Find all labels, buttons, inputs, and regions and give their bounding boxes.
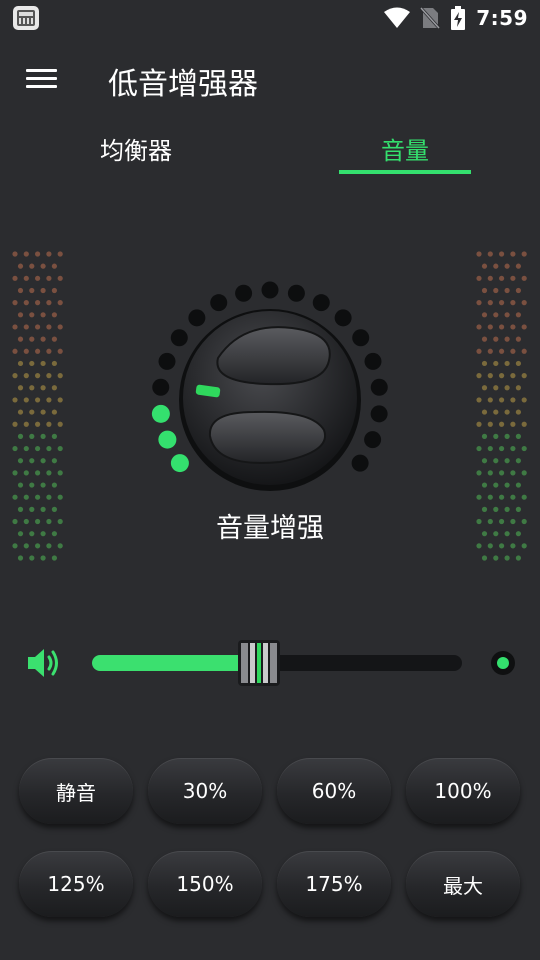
preset-mute-button[interactable]: 静音 bbox=[19, 758, 133, 824]
app-notification-icon bbox=[13, 6, 39, 30]
preset-100-button[interactable]: 100% bbox=[406, 758, 520, 824]
no-sim-icon bbox=[420, 6, 441, 30]
preset-max-button[interactable]: 最大 bbox=[406, 851, 520, 917]
battery-charging-icon bbox=[451, 6, 466, 30]
bass-volume-knob[interactable] bbox=[142, 272, 398, 528]
volume-slider-thumb[interactable] bbox=[237, 640, 281, 686]
volume-slider-row bbox=[0, 632, 540, 694]
knob-dot bbox=[235, 284, 253, 302]
knob-dot-active bbox=[151, 404, 170, 423]
knob-dot bbox=[158, 352, 176, 370]
knob-dot bbox=[334, 309, 352, 327]
tab-volume[interactable]: 音量 bbox=[339, 122, 471, 174]
app-toolbar: 低音增强器 bbox=[0, 48, 540, 108]
wifi-icon bbox=[384, 7, 411, 28]
knob-dot bbox=[210, 294, 228, 312]
knob-dot bbox=[352, 329, 370, 347]
knob-dot bbox=[152, 378, 170, 396]
clock-time: 7:59 bbox=[476, 6, 528, 30]
knob-dot bbox=[351, 454, 369, 472]
knob-dot bbox=[188, 309, 206, 327]
volume-slider-fill bbox=[92, 655, 259, 671]
preset-125-button[interactable]: 125% bbox=[19, 851, 133, 917]
preset-150-button[interactable]: 150% bbox=[148, 851, 262, 917]
knob-dot bbox=[287, 284, 305, 302]
page-title: 低音增强器 bbox=[108, 67, 258, 102]
tab-bar: 均衡器 音量 bbox=[0, 122, 540, 178]
knob-dot bbox=[370, 378, 388, 396]
knob-dot-active bbox=[158, 430, 177, 449]
tab-equalizer[interactable]: 均衡器 bbox=[66, 122, 206, 174]
status-bar: 7:59 bbox=[0, 0, 540, 36]
knob-dot bbox=[364, 352, 382, 370]
preset-30-button[interactable]: 30% bbox=[148, 758, 262, 824]
indicator-dot-icon bbox=[491, 651, 515, 675]
knob-label: 音量增强 bbox=[216, 513, 324, 544]
knob-dot bbox=[312, 294, 330, 312]
knob-dot bbox=[364, 431, 382, 449]
knob-dot bbox=[261, 281, 279, 299]
speaker-icon[interactable] bbox=[26, 646, 62, 680]
preset-175-button[interactable]: 175% bbox=[277, 851, 391, 917]
knob-dot-active bbox=[170, 454, 189, 473]
preset-60-button[interactable]: 60% bbox=[277, 758, 391, 824]
hamburger-menu-icon[interactable] bbox=[22, 64, 62, 94]
active-tab-indicator bbox=[339, 170, 471, 174]
knob-dot bbox=[370, 405, 388, 423]
knob-dot bbox=[170, 329, 188, 347]
